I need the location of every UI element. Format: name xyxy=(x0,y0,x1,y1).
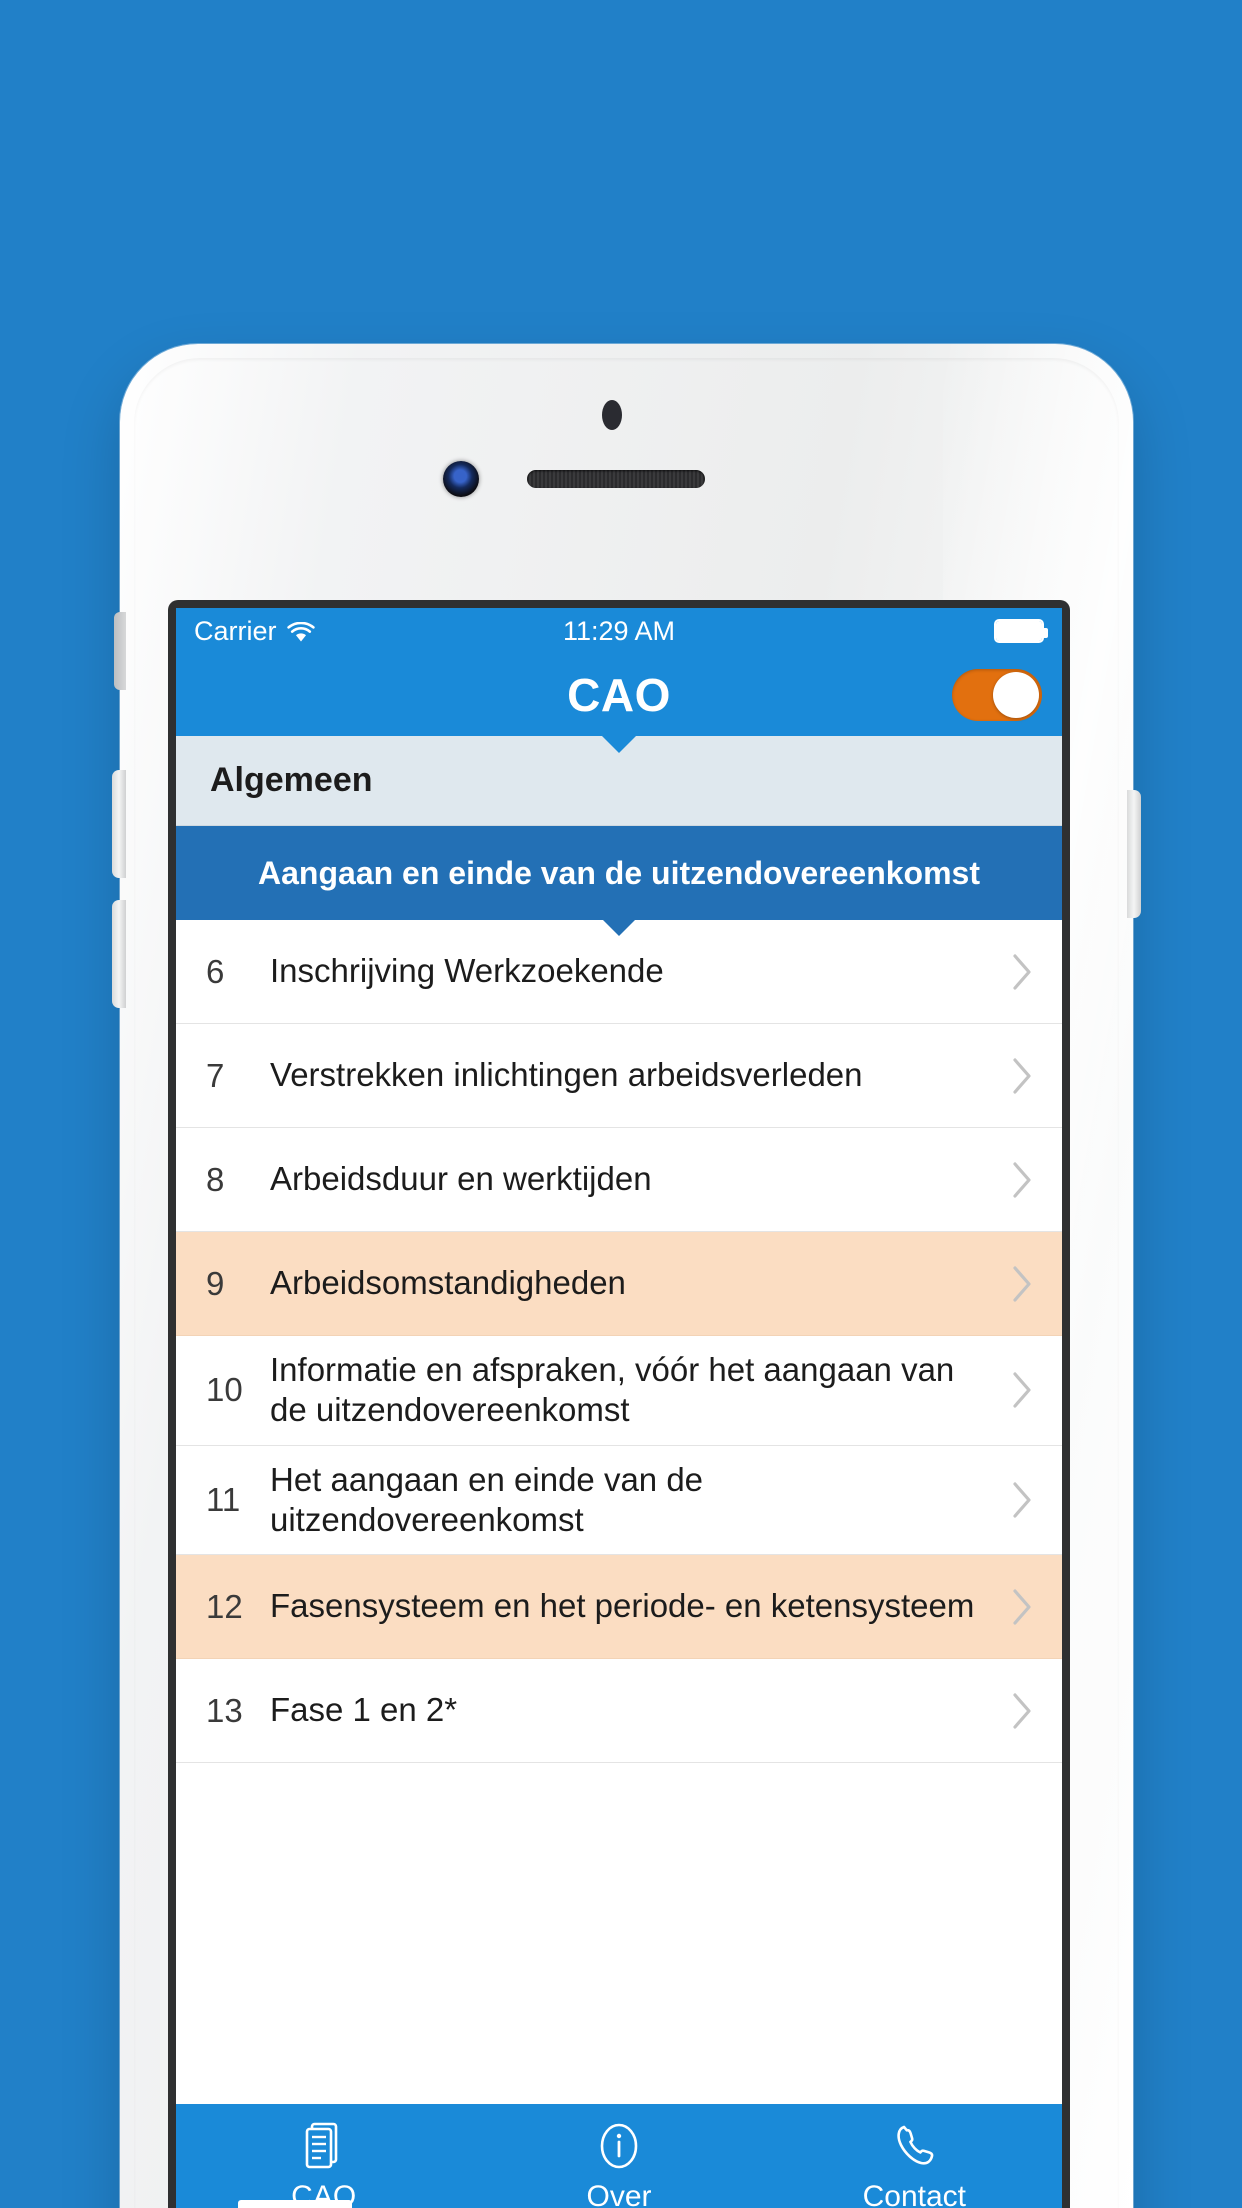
list-item-title: Fase 1 en 2* xyxy=(270,1691,458,1729)
list-item-title: Informatie en afspraken, vóór het aangaa… xyxy=(270,1351,955,1429)
toggle-knob xyxy=(993,672,1039,718)
list-item-number: 13 xyxy=(206,1691,243,1729)
chevron-right-icon xyxy=(1006,1370,1040,1410)
list-item[interactable]: 13 Fase 1 en 2* xyxy=(176,1659,1062,1763)
language-toggle[interactable] xyxy=(952,669,1042,721)
proximity-sensor-icon xyxy=(602,400,622,430)
list-item[interactable]: 9 Arbeidsomstandigheden xyxy=(176,1232,1062,1336)
list-item-number: 7 xyxy=(206,1056,225,1094)
battery-full-icon xyxy=(994,619,1048,643)
caret-down-icon xyxy=(602,919,636,936)
chevron-right-icon xyxy=(1006,1480,1040,1520)
article-list: 6 Inschrijving Werkzoekende 7 Verstrekken i… xyxy=(176,920,1062,2104)
bottom-tab-bar: CAO Over Contact xyxy=(176,2104,1062,2208)
info-circle-icon xyxy=(596,2122,642,2170)
carrier-label: Carrier xyxy=(194,615,277,646)
volume-up-button[interactable] xyxy=(112,770,126,878)
chevron-right-icon xyxy=(1006,1160,1040,1200)
earpiece-speaker-icon xyxy=(527,470,705,488)
list-item-title: Verstrekken inlichtingen arbeidsverleden xyxy=(270,1056,863,1094)
status-bar: Carrier 11:29 AM xyxy=(176,608,1062,654)
chevron-right-icon xyxy=(1006,1587,1040,1627)
chevron-right-icon xyxy=(1006,1691,1040,1731)
front-camera-icon xyxy=(443,461,479,497)
list-item-title: Arbeidsomstandigheden xyxy=(270,1264,626,1302)
page-title: CAO xyxy=(567,669,671,721)
list-item[interactable]: 10 Informatie en afspraken, vóór het aang… xyxy=(176,1336,1062,1446)
chevron-right-icon xyxy=(1006,952,1040,992)
tab-over-label: Over xyxy=(586,2180,652,2208)
phone-handset-icon xyxy=(892,2122,936,2170)
tab-contact[interactable]: Contact xyxy=(767,2122,1062,2208)
accordion-section-aangaan-label: Aangaan en einde van de uitzendovereenko… xyxy=(258,854,980,891)
chevron-right-icon xyxy=(1006,1056,1040,1096)
phone-screen: Carrier 11:29 AM CAO Algemeen Aangaan en… xyxy=(176,608,1062,2208)
list-item-number: 12 xyxy=(206,1587,243,1625)
screen-bezel: Carrier 11:29 AM CAO Algemeen Aangaan en… xyxy=(168,600,1070,2208)
list-item[interactable]: 8 Arbeidsduur en werktijden xyxy=(176,1128,1062,1232)
list-item-number: 9 xyxy=(206,1264,225,1302)
list-item-title: Arbeidsduur en werktijden xyxy=(270,1160,652,1198)
accordion-section-algemeen-label: Algemeen xyxy=(210,761,373,799)
mute-switch-button[interactable] xyxy=(114,612,126,690)
list-item-number: 8 xyxy=(206,1160,225,1198)
list-item-number: 6 xyxy=(206,952,225,990)
list-item-title: Fasensysteem en het periode- en ketensys… xyxy=(270,1587,975,1625)
power-button[interactable] xyxy=(1127,790,1141,918)
app-title-bar: CAO xyxy=(176,654,1062,736)
list-item[interactable]: 11 Het aangaan en einde van de uitzendove… xyxy=(176,1445,1062,1555)
list-item-number: 11 xyxy=(206,1480,241,1518)
accordion-section-aangaan[interactable]: Aangaan en einde van de uitzendovereenko… xyxy=(176,826,1062,936)
active-tab-indicator xyxy=(238,2200,352,2208)
list-item-title: Inschrijving Werkzoekende xyxy=(270,952,664,990)
list-item[interactable]: 12 Fasensysteem en het periode- en ketens… xyxy=(176,1555,1062,1659)
chevron-right-icon xyxy=(1006,1264,1040,1304)
list-item-title: Het aangaan en einde van de uitzendovere… xyxy=(270,1460,704,1538)
status-bar-left: Carrier xyxy=(194,616,315,647)
tab-contact-label: Contact xyxy=(862,2180,967,2208)
list-item[interactable]: 7 Verstrekken inlichtingen arbeidsverlede… xyxy=(176,1024,1062,1128)
caret-up-icon xyxy=(602,736,636,753)
list-item-number: 10 xyxy=(206,1371,243,1409)
documents-icon xyxy=(303,2122,345,2170)
wifi-icon xyxy=(286,620,315,642)
status-bar-right xyxy=(994,619,1048,643)
volume-down-button[interactable] xyxy=(112,900,126,1008)
accordion-section-algemeen[interactable]: Algemeen xyxy=(176,736,1062,826)
tab-over[interactable]: Over xyxy=(471,2122,766,2208)
tab-cao[interactable]: CAO xyxy=(176,2122,471,2208)
